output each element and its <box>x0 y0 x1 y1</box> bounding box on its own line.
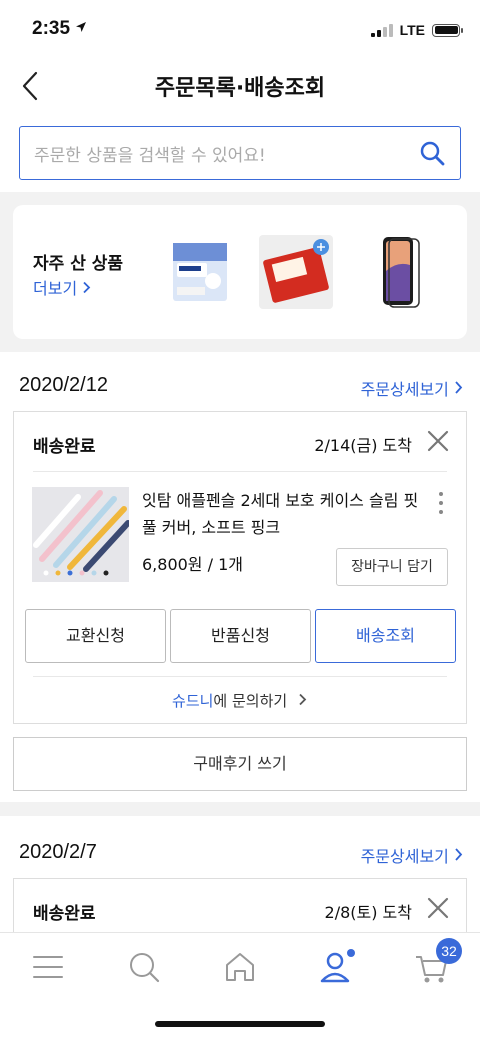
order-date: 2020/2/12 <box>19 374 108 396</box>
delete-order-button[interactable] <box>427 897 449 919</box>
home-indicator[interactable] <box>155 1021 325 1027</box>
track-delivery-button[interactable]: 배송조회 <box>315 609 456 663</box>
order-search-input[interactable]: 주문한 상품을 검색할 수 있어요! <box>19 126 461 180</box>
order-card: 배송완료 2/14(금) 도착 잇탐 애플펜슬 2세대 보호 케이스 슬림 핏 … <box>13 411 467 724</box>
network-label: LTE <box>399 22 425 38</box>
tab-my-account[interactable] <box>316 947 356 987</box>
page-title: 주문목록·배송조회 <box>154 76 326 101</box>
seller-name: 슈드니 <box>172 692 214 710</box>
menu-icon <box>33 956 63 978</box>
return-request-button[interactable]: 반품신청 <box>170 609 311 663</box>
section-band <box>0 802 480 816</box>
chevron-right-icon <box>83 281 91 294</box>
seller-inquiry-link[interactable]: 슈드니에 문의하기 <box>14 690 466 711</box>
signal-icon <box>370 23 393 37</box>
status-bar: 2:35 LTE <box>0 0 480 58</box>
frozen-food-image <box>259 235 333 309</box>
frequent-products-card: 자주 산 상품 더보기 <box>13 205 467 339</box>
delivery-status: 배송완료 <box>33 437 96 457</box>
frequent-more-link[interactable]: 더보기 <box>33 275 91 299</box>
search-icon <box>130 953 160 983</box>
inquiry-label: 에 문의하기 <box>213 692 288 710</box>
close-icon <box>427 897 449 919</box>
location-arrow-icon <box>76 22 87 32</box>
more-vert-icon <box>439 492 443 496</box>
pencil-case-image <box>32 487 129 582</box>
search-placeholder: 주문한 상품을 검색할 수 있어요! <box>34 146 266 166</box>
search-button[interactable] <box>418 139 446 167</box>
search-icon <box>420 141 445 166</box>
product-price-quantity: 6,800원 / 1개 <box>142 555 243 574</box>
more-options-button[interactable] <box>438 492 444 514</box>
cart-count-badge: 32 <box>436 938 462 964</box>
tab-menu[interactable] <box>28 947 68 987</box>
home-icon <box>226 953 254 981</box>
add-to-cart-button[interactable]: 장바구니 담기 <box>336 548 448 586</box>
order-card: 배송완료 2/8(토) 도착 <box>13 878 467 938</box>
nav-header: 주문목록·배송조회 <box>0 58 480 114</box>
order-detail-link[interactable]: 주문상세보기 <box>361 843 463 867</box>
order-date: 2020/2/7 <box>19 841 97 863</box>
divider <box>33 676 447 677</box>
exchange-request-button[interactable]: 교환신청 <box>25 609 166 663</box>
product-image[interactable] <box>32 487 129 582</box>
tab-home[interactable] <box>220 947 260 987</box>
chevron-right-icon <box>455 381 463 394</box>
delivery-status: 배송완료 <box>33 904 96 924</box>
write-review-button[interactable]: 구매후기 쓰기 <box>13 737 467 791</box>
frequent-item-thumbnail[interactable] <box>365 235 439 309</box>
battery-icon <box>432 23 463 37</box>
arrival-date: 2/14(금) 도착 <box>314 436 412 455</box>
order-detail-link[interactable]: 주문상세보기 <box>361 376 463 400</box>
frequent-item-thumbnail[interactable] <box>163 235 237 309</box>
frequent-title: 자주 산 상품 <box>33 254 124 274</box>
phone-case-image <box>383 237 420 308</box>
status-time: 2:35 <box>32 18 87 40</box>
pad-package-image <box>173 243 227 301</box>
chevron-right-icon <box>455 848 463 861</box>
delete-order-button[interactable] <box>427 430 449 452</box>
frequent-item-thumbnail[interactable] <box>259 235 333 309</box>
chevron-right-icon <box>299 693 307 706</box>
arrival-date: 2/8(토) 도착 <box>324 903 412 922</box>
tab-search[interactable] <box>124 947 164 987</box>
divider <box>33 471 447 472</box>
product-name[interactable]: 잇탐 애플펜슬 2세대 보호 케이스 슬림 핏 풀 커버, 소프트 핑크 <box>142 487 422 541</box>
close-icon <box>427 430 449 452</box>
user-icon <box>320 949 355 983</box>
